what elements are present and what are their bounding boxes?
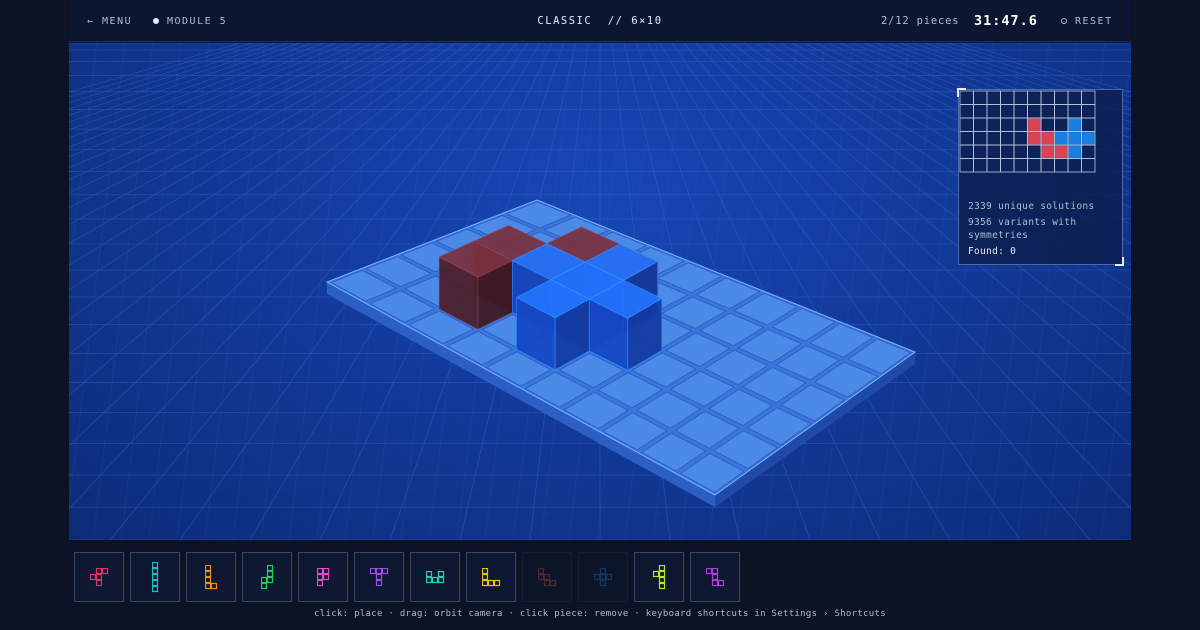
pieces-count-text: 2/12 pieces — [881, 15, 960, 27]
piece-icon — [705, 567, 724, 586]
piece-icon — [151, 561, 158, 592]
piece-slot-n[interactable] — [242, 552, 292, 602]
variants-text: 9356 variants with symmetries — [968, 217, 1077, 241]
piece-icon — [652, 564, 665, 589]
game-scene[interactable]: 2339 unique solutions 9356 variants with… — [69, 43, 1131, 575]
preview-cell — [1082, 132, 1095, 145]
top-bar: ← MENU MODULE 5 CLASSIC // 6×10 2/12 pie… — [69, 0, 1131, 42]
preview-cell — [1055, 145, 1068, 158]
piece-slot-w[interactable] — [522, 552, 572, 602]
unique-solutions-text: 2339 unique solutions — [968, 201, 1095, 212]
piece-slot-v[interactable] — [466, 552, 516, 602]
right-margin — [1131, 0, 1200, 630]
preview-cell — [1028, 118, 1041, 131]
game-app: ← MENU MODULE 5 CLASSIC // 6×10 2/12 pie… — [69, 0, 1131, 630]
reset-label: RESET — [1075, 15, 1113, 27]
piece-icon — [89, 567, 108, 586]
menu-label: ← MENU — [87, 15, 133, 27]
preview-cell — [1028, 132, 1041, 145]
preview-cell — [1055, 132, 1068, 145]
solution-preview — [959, 90, 1096, 173]
piece-tray — [74, 552, 740, 602]
menu-button[interactable]: ← MENU — [87, 0, 132, 42]
piece-slot-x[interactable] — [578, 552, 628, 602]
piece-tray-area: click: place · drag: orbit camera · clic… — [69, 540, 1131, 630]
timer: 31:47.6 — [974, 0, 1038, 42]
piece-slot-u[interactable] — [410, 552, 460, 602]
piece-slot-l[interactable] — [186, 552, 236, 602]
module-indicator: MODULE 5 — [153, 0, 227, 42]
piece-icon — [425, 570, 444, 583]
piece-icon — [369, 567, 388, 586]
piece-slot-i[interactable] — [130, 552, 180, 602]
preview-cell — [1068, 145, 1081, 158]
preview-cell — [1041, 145, 1054, 158]
piece-slot-z[interactable] — [690, 552, 740, 602]
piece-slot-p[interactable] — [298, 552, 348, 602]
found-count: Found: 0 — [968, 246, 1017, 257]
cube-x — [588, 279, 663, 371]
preview-cell — [1041, 132, 1054, 145]
piece-icon — [260, 564, 273, 589]
solutions-panel: 2339 unique solutions 9356 variants with… — [957, 88, 1124, 266]
piece-slot-f[interactable] — [74, 552, 124, 602]
piece-slot-t[interactable] — [354, 552, 404, 602]
timer-text: 31:47.6 — [974, 13, 1038, 29]
piece-slot-y[interactable] — [634, 552, 684, 602]
piece-icon — [593, 567, 612, 586]
left-margin — [0, 0, 69, 630]
pieces-count: 2/12 pieces — [881, 0, 959, 42]
preview-grid — [959, 90, 1096, 173]
panel-corner — [1115, 257, 1124, 266]
module-dot-icon — [153, 18, 159, 24]
controls-hint: click: place · drag: orbit camera · clic… — [314, 609, 886, 619]
piece-icon — [537, 567, 556, 586]
preview-cell — [1068, 132, 1081, 145]
piece-icon — [316, 567, 329, 586]
mode-title: CLASSIC // 6×10 — [69, 0, 1131, 42]
reset-button[interactable]: RESET — [1061, 0, 1113, 42]
module-label: MODULE 5 — [167, 15, 228, 27]
piece-icon — [204, 564, 217, 589]
piece-icon — [481, 567, 500, 586]
mode-title-text: CLASSIC // 6×10 — [537, 15, 663, 27]
preview-cell — [1068, 118, 1081, 131]
reset-icon — [1061, 18, 1067, 24]
